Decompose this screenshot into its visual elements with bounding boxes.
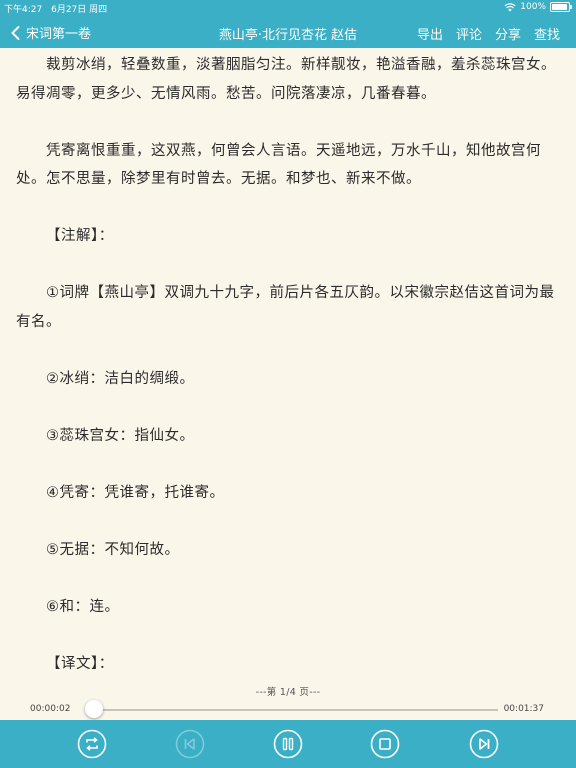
elapsed-time: 00:00:02 — [30, 704, 71, 714]
pause-icon — [273, 729, 303, 759]
poem-paragraph: 凭寄离恨重重，这双燕，何曾会人言语。天遥地远，万水千山，知他故宫何处。怎不思量，… — [16, 142, 541, 188]
skip-forward-icon — [469, 729, 499, 759]
skip-back-icon — [175, 729, 205, 759]
total-time: 00:01:37 — [503, 704, 544, 714]
wifi-icon — [504, 2, 516, 11]
progress-track[interactable] — [85, 700, 498, 718]
translation-heading: 【译文】： — [46, 655, 114, 672]
pause-button[interactable] — [273, 729, 303, 759]
back-label: 宋词第一卷 — [26, 27, 92, 42]
skip-back-button[interactable] — [175, 729, 205, 759]
battery-icon — [550, 2, 572, 12]
loop-button[interactable] — [77, 729, 107, 759]
back-button[interactable]: 宋词第一卷 — [8, 23, 91, 42]
reading-content: 裁剪冰绡，轻叠数重，淡著胭脂匀注。新样靓妆，艳溢香融，羞杀蕊珠宫女。易得凋零，更… — [16, 48, 564, 674]
loop-icon — [77, 729, 107, 759]
annotation-item: ⑥和：连。 — [46, 598, 120, 615]
annotation-heading: 【注解】： — [46, 228, 114, 244]
share-button[interactable]: 分享 — [495, 24, 521, 43]
status-indicators: 100% — [504, 2, 572, 12]
progress-thumb[interactable] — [85, 700, 104, 718]
stop-button[interactable] — [370, 729, 400, 759]
app-header: 下午4:27 6月27日 周四 100% 宋词第一卷 燕山亭·北行见杏花 赵佶 … — [0, 0, 576, 48]
annotation-item: ①词牌【燕山亭】双调九十九字，前后片各五仄韵。以宋徽宗赵佶这首词为最有名。 — [16, 285, 555, 330]
back-chevron-icon — [11, 25, 20, 40]
player-controls — [0, 720, 576, 768]
comment-button[interactable]: 评论 — [456, 24, 482, 43]
export-button[interactable]: 导出 — [417, 24, 443, 43]
annotation-item: ②冰绡：洁白的绸缎。 — [46, 370, 195, 387]
battery-percent: 100% — [520, 2, 546, 12]
annotation-item: ⑤无据：不知何故。 — [46, 541, 180, 558]
stop-icon — [370, 729, 400, 759]
poem-paragraph: 裁剪冰绡，轻叠数重，淡著胭脂匀注。新样靓妆，艳溢香融，羞杀蕊珠宫女。易得凋零，更… — [16, 57, 556, 102]
skip-forward-button[interactable] — [469, 729, 499, 759]
audio-progress: 00:00:02 00:01:37 — [0, 700, 576, 720]
annotation-item: ③蕊珠宫女：指仙女。 — [46, 427, 195, 444]
page-title: 燕山亭·北行见杏花 赵佶 — [218, 28, 358, 43]
search-button[interactable]: 查找 — [534, 24, 560, 43]
annotation-item: ④凭寄：凭谁寄，托谁寄。 — [46, 484, 225, 501]
status-bar: 下午4:27 6月27日 周四 100% — [0, 0, 576, 15]
nav-actions: 导出 评论 分享 查找 — [417, 24, 560, 43]
nav-bar: 宋词第一卷 燕山亭·北行见杏花 赵佶 导出 评论 分享 查找 — [0, 14, 576, 48]
page-indicator: ---第 1/4 页--- — [255, 687, 321, 698]
